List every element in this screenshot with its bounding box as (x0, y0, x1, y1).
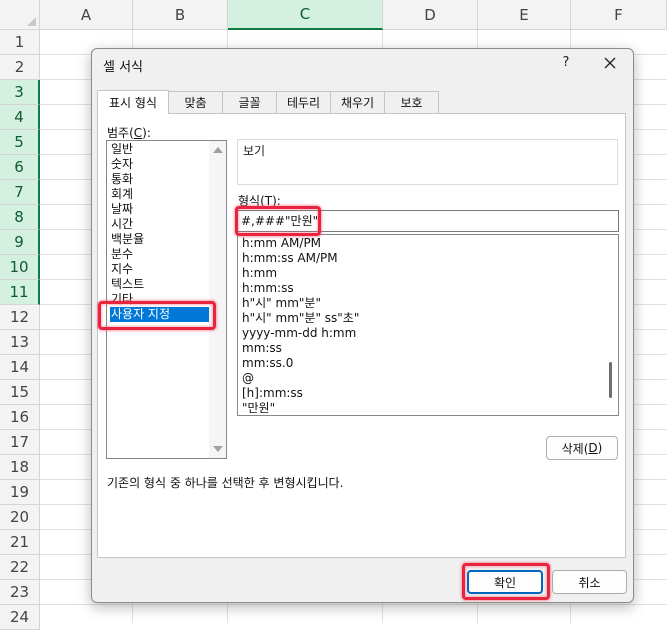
format-list-item[interactable]: mm:ss (242, 341, 282, 356)
category-label: 범주(C): (107, 126, 151, 140)
row-header[interactable]: 10 (0, 255, 40, 280)
row-header[interactable]: 18 (0, 455, 40, 480)
format-list-item[interactable]: "만원" (242, 401, 275, 415)
type-label: 형식(T): (238, 194, 281, 208)
scroll-down-icon[interactable] (213, 446, 223, 452)
row-header[interactable]: 19 (0, 480, 40, 505)
ok-button[interactable]: 확인 (467, 570, 543, 594)
format-list-item[interactable]: mm:ss.0 (242, 356, 293, 371)
scroll-thumb[interactable] (609, 362, 612, 398)
sample-group (237, 139, 618, 185)
select-all-corner[interactable] (0, 0, 40, 30)
row-header[interactable]: 17 (0, 430, 40, 455)
format-type-input[interactable]: #,###"만원" (237, 210, 619, 232)
category-item-fraction[interactable]: 분수 (110, 247, 211, 262)
scroll-up-icon[interactable] (213, 147, 223, 153)
format-list-item[interactable]: h:mm:ss (242, 281, 294, 296)
row-header[interactable]: 11 (0, 280, 40, 305)
row-header[interactable]: 8 (0, 205, 40, 230)
category-item-custom[interactable]: 사용자 지정 (110, 307, 209, 322)
category-item-currency[interactable]: 통화 (110, 172, 211, 187)
format-list-item[interactable]: h:mm:ss AM/PM (242, 251, 338, 266)
format-list-scrollbar[interactable] (602, 235, 618, 415)
category-item-time[interactable]: 시간 (110, 217, 211, 232)
cancel-button[interactable]: 취소 (552, 570, 627, 594)
close-button[interactable] (600, 53, 620, 73)
row-header[interactable]: 4 (0, 105, 40, 130)
row-header[interactable]: 22 (0, 555, 40, 580)
category-item-number[interactable]: 숫자 (110, 157, 211, 172)
column-header-e[interactable]: E (478, 0, 571, 30)
row-header[interactable]: 16 (0, 405, 40, 430)
format-list-item[interactable]: @ (242, 371, 254, 386)
row-header[interactable]: 23 (0, 580, 40, 605)
row-header[interactable]: 13 (0, 330, 40, 355)
category-item-text[interactable]: 텍스트 (110, 277, 211, 292)
row-header[interactable]: 21 (0, 530, 40, 555)
category-item-scientific[interactable]: 지수 (110, 262, 211, 277)
column-header-a[interactable]: A (40, 0, 133, 30)
tab-border[interactable]: 테두리 (276, 91, 331, 113)
column-header-b[interactable]: B (133, 0, 228, 30)
row-header[interactable]: 20 (0, 505, 40, 530)
category-item-general[interactable]: 일반 (110, 142, 211, 157)
category-item-percentage[interactable]: 백분율 (110, 232, 211, 247)
tab-protection[interactable]: 보호 (384, 91, 439, 113)
column-header-c[interactable]: C (228, 0, 383, 30)
format-list-item[interactable]: h"시" mm"분" (242, 296, 321, 311)
format-list-item[interactable]: [h]:mm:ss (242, 386, 303, 401)
row-header[interactable]: 12 (0, 305, 40, 330)
column-header-f[interactable]: F (571, 0, 667, 30)
dialog-title: 셀 서식 (103, 60, 144, 75)
help-button[interactable]: ? (558, 55, 574, 71)
row-header[interactable]: 3 (0, 80, 40, 105)
format-code-list[interactable]: h:mm AM/PM h:mm:ss AM/PM h:mm h:mm:ss h"… (237, 234, 619, 416)
sample-label: 보기 (243, 144, 266, 158)
row-header[interactable]: 24 (0, 605, 40, 630)
row-header[interactable]: 15 (0, 380, 40, 405)
column-header-d[interactable]: D (383, 0, 478, 30)
tab-fill[interactable]: 채우기 (330, 91, 385, 113)
description-text: 기존의 형식 중 하나를 선택한 후 변형시킵니다. (107, 476, 344, 490)
delete-button[interactable]: 삭제(D) (546, 436, 618, 460)
tab-font[interactable]: 글꼴 (222, 91, 277, 113)
row-header[interactable]: 7 (0, 180, 40, 205)
category-item-accounting[interactable]: 회계 (110, 187, 211, 202)
row-header[interactable]: 6 (0, 155, 40, 180)
row-header[interactable]: 9 (0, 230, 40, 255)
category-list[interactable]: 일반 숫자 통화 회계 날짜 시간 백분율 분수 지수 텍스트 기타 사용자 지… (106, 140, 227, 459)
tab-number[interactable]: 표시 형식 (97, 90, 169, 114)
format-list-item[interactable]: h"시" mm"분" ss"초" (242, 311, 359, 326)
category-scrollbar[interactable] (209, 141, 226, 458)
category-item-date[interactable]: 날짜 (110, 202, 211, 217)
format-list-item[interactable]: h:mm (242, 266, 277, 281)
row-header[interactable]: 1 (0, 30, 40, 55)
tab-alignment[interactable]: 맞춤 (168, 91, 223, 113)
category-item-special[interactable]: 기타 (110, 292, 211, 307)
row-header[interactable]: 2 (0, 55, 40, 80)
format-list-item[interactable]: h:mm AM/PM (242, 236, 321, 251)
row-header[interactable]: 5 (0, 130, 40, 155)
row-header[interactable]: 14 (0, 355, 40, 380)
format-list-item[interactable]: yyyy-mm-dd h:mm (242, 326, 356, 341)
close-icon (604, 57, 616, 69)
format-cells-dialog: 셀 서식 ? 표시 형식 맞춤 글꼴 테두리 채우기 보호 범주(C): 일반 … (91, 48, 634, 603)
